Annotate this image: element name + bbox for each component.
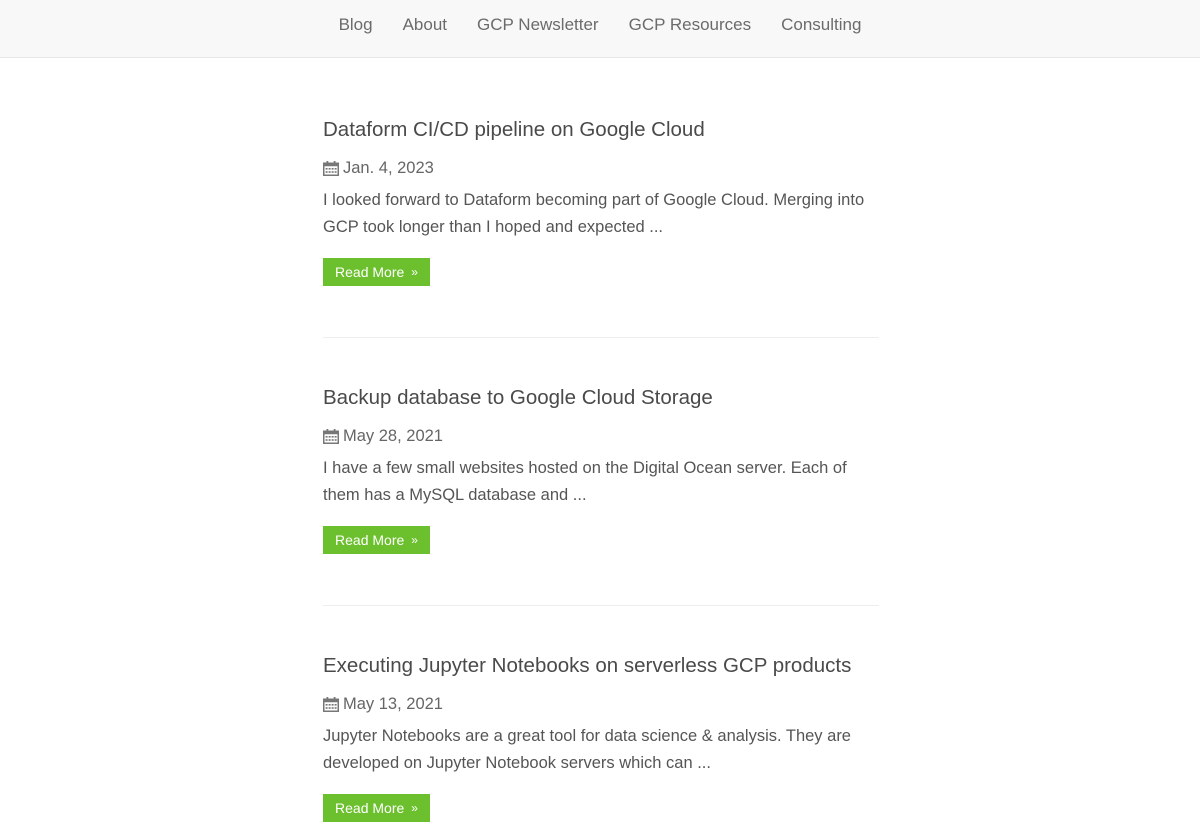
post-excerpt: I have a few small websites hosted on th…: [323, 459, 847, 504]
post-date-text: Jan. 4, 2023: [343, 159, 434, 177]
post-date: May 13, 2021: [323, 695, 443, 714]
top-navbar: Blog About GCP Newsletter GCP Resources …: [0, 0, 1200, 58]
calendar-icon: [323, 697, 339, 712]
nav-item-consulting[interactable]: Consulting: [766, 15, 876, 35]
post-date: May 28, 2021: [323, 427, 443, 446]
nav-item-gcp-newsletter[interactable]: GCP Newsletter: [462, 15, 614, 35]
read-more-button[interactable]: Read More »: [323, 258, 430, 286]
post-divider: [323, 605, 879, 606]
nav-item-gcp-resources[interactable]: GCP Resources: [614, 15, 767, 35]
nav-item-about[interactable]: About: [388, 15, 462, 35]
calendar-icon: [323, 161, 339, 176]
post-divider: [323, 337, 879, 338]
double-chevron-right-icon: »: [411, 801, 418, 815]
post-title[interactable]: Executing Jupyter Notebooks on serverles…: [323, 654, 851, 678]
post-title[interactable]: Dataform CI/CD pipeline on Google Cloud: [323, 118, 705, 142]
post-title[interactable]: Backup database to Google Cloud Storage: [323, 386, 713, 410]
read-more-button[interactable]: Read More »: [323, 526, 430, 554]
double-chevron-right-icon: »: [411, 533, 418, 547]
read-more-label: Read More: [335, 800, 405, 816]
post-excerpt: I looked forward to Dataform becoming pa…: [323, 191, 865, 236]
post-excerpt: Jupyter Notebooks are a great tool for d…: [323, 727, 851, 772]
read-more-label: Read More: [335, 532, 405, 548]
post-date: Jan. 4, 2023: [323, 159, 434, 178]
calendar-icon: [323, 429, 339, 444]
post-date-text: May 28, 2021: [343, 427, 443, 445]
post-date-text: May 13, 2021: [343, 695, 443, 713]
nav-item-blog[interactable]: Blog: [324, 15, 388, 35]
read-more-button[interactable]: Read More »: [323, 794, 430, 822]
read-more-label: Read More: [335, 264, 405, 280]
nav-menu: Blog About GCP Newsletter GCP Resources …: [0, 0, 1200, 50]
double-chevron-right-icon: »: [411, 265, 418, 279]
